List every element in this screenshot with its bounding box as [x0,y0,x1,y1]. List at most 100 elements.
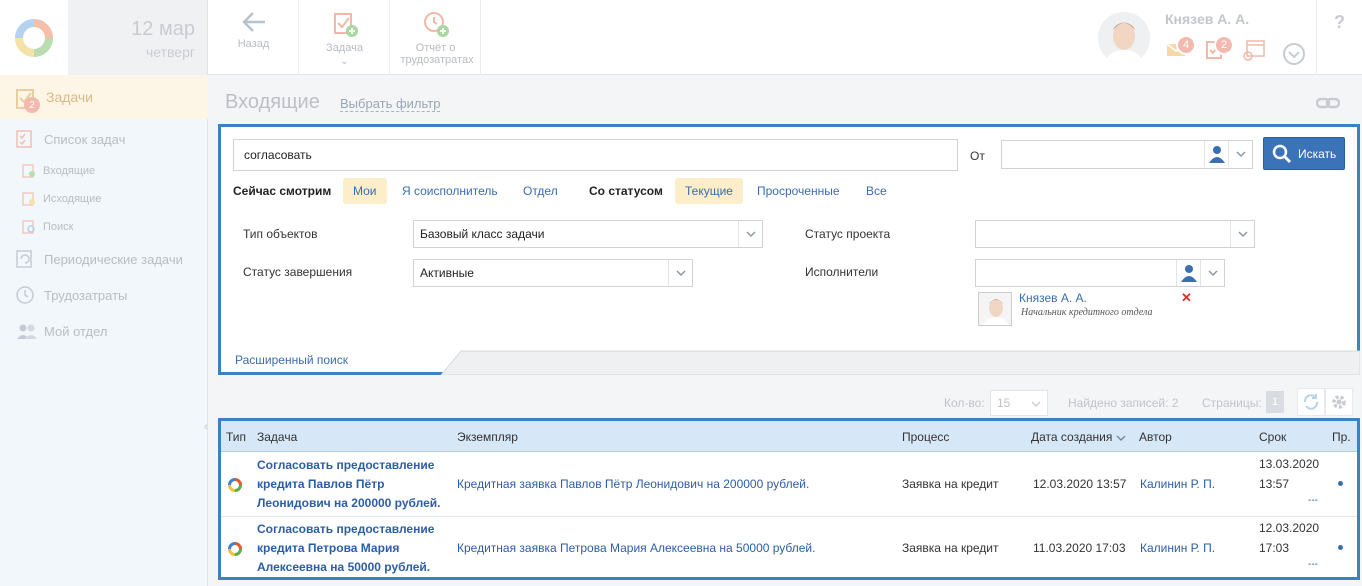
executors-field[interactable] [975,259,1225,287]
status-chip-all[interactable]: Все [856,178,897,204]
page-number[interactable]: 1 [1266,391,1284,413]
executor-name[interactable]: Князев А. А. [1019,291,1087,305]
executors-dropdown[interactable] [1200,260,1224,286]
page-title: Входящие [225,91,320,113]
inbox-task-icon [22,164,36,178]
author-link[interactable]: Калинин Р. П. [1140,477,1215,491]
results-table: Тип Задача Экземпляр Процесс Дата создан… [218,418,1360,580]
sidebar-item-task-list[interactable]: Список задач [0,121,208,157]
scope-chip-department[interactable]: Отдел [513,178,568,204]
col-instance[interactable]: Экземпляр [457,430,518,444]
collapse-sidebar-icon[interactable]: ‹ [204,421,208,433]
new-task-button[interactable]: Задача ⌄ [300,0,390,75]
instance-link[interactable]: Кредитная заявка Петрова Мария Алексеевн… [457,541,815,555]
tasks-icon: 2 [16,88,40,113]
sidebar-item-inbox[interactable]: Входящие [0,157,208,185]
user-icon [1180,265,1197,282]
back-label: Назад [237,38,270,50]
project-status-dropdown[interactable] [1230,221,1254,247]
sidebar-item-tasks[interactable]: 2 Задачи [0,75,208,119]
col-created[interactable]: Дата создания [1031,430,1126,444]
task-link[interactable]: Согласовать предоставление кредита Павло… [257,456,447,513]
report-label: Отчёт о трудозатратах [400,42,474,66]
user-menu-button[interactable] [1282,42,1306,69]
tasks-notification[interactable]: 2 [1204,35,1234,63]
user-picker-button[interactable] [1204,141,1228,167]
tasks-count-badge: 2 [24,97,40,113]
due-extra: --- [1308,495,1318,506]
process-name: Заявка на кредит [902,477,999,491]
advanced-search-link[interactable]: Расширенный поиск [235,353,348,367]
completion-status-label: Статус завершения [243,265,353,279]
status-chip-current[interactable]: Текущие [675,178,743,204]
user-icon [1208,146,1225,163]
search-task-icon [22,220,36,234]
col-due[interactable]: Срок [1259,430,1286,444]
status-chip-overdue[interactable]: Просроченные [747,178,850,204]
task-link[interactable]: Согласовать предоставление кредита Петро… [257,520,447,577]
task-title-line: кредита Павлов Пётр [257,477,385,491]
instance-link[interactable]: Кредитная заявка Павлов Пётр Леонидович … [457,477,809,491]
mail-notification[interactable]: 4 [1166,35,1196,61]
sidebar-item-my-department[interactable]: Мой отдел [0,313,208,349]
count-select[interactable]: 15 [990,390,1048,416]
sidebar-item-label: Периодические задачи [44,251,183,267]
chevron-down-icon [676,270,685,276]
object-type-value: Базовый класс задачи [420,227,545,241]
calendar-button[interactable] [1242,38,1266,65]
object-type-select[interactable]: Базовый класс задачи [413,220,763,248]
search-button[interactable]: Искать [1263,137,1345,170]
col-author[interactable]: Автор [1139,430,1172,444]
count-label: Кол-во: [944,396,985,410]
sidebar-item-outbox[interactable]: Исходящие [0,185,208,213]
status-label: Со статусом [589,184,663,198]
project-status-select[interactable] [975,220,1255,248]
from-user-field[interactable] [1001,140,1253,169]
table-row[interactable]: Согласовать предоставление кредита Павло… [221,453,1357,517]
task-title-line: Леонидович на 200000 рублей. [257,496,441,510]
refresh-button[interactable] [1297,388,1325,416]
author-link[interactable]: Калинин Р. П. [1140,541,1215,555]
user-name[interactable]: Князев А. А. [1165,11,1249,27]
completion-status-dropdown[interactable] [668,260,692,286]
select-filter-link[interactable]: Выбрать фильтр [340,97,441,112]
task-add-icon [333,13,358,37]
col-created-label: Дата создания [1031,430,1113,444]
chevron-down-icon [746,231,755,237]
periodic-icon [16,250,34,268]
remove-executor-icon[interactable]: ✕ [1181,290,1192,306]
completion-status-select[interactable]: Активные [413,259,693,287]
date-day: 12 мар [131,18,195,40]
object-type-dropdown[interactable] [738,221,762,247]
calendar-icon [1243,40,1265,61]
col-task[interactable]: Задача [257,430,297,444]
mail-badge: 4 [1176,35,1196,55]
scope-chip-coexecutor[interactable]: Я соисполнитель [392,178,508,204]
search-button-label: Искать [1298,146,1337,161]
link-icon[interactable] [1315,95,1341,114]
clock-icon [16,286,34,304]
search-input[interactable]: согласовать [233,139,958,171]
col-priority[interactable]: Пр. [1332,430,1351,444]
report-button[interactable]: Отчёт о трудозатратах [391,0,481,75]
col-process[interactable]: Процесс [902,430,949,444]
executor-picker-button[interactable] [1176,260,1200,286]
process-task-icon [227,541,243,560]
sidebar-item-periodic-tasks[interactable]: Периодические задачи [0,241,208,277]
sidebar-item-search[interactable]: Поиск [0,213,208,241]
app-logo[interactable] [0,0,68,75]
col-type[interactable]: Тип [226,430,246,444]
sidebar: 2 Задачи Список задач Входящие Исходящие… [0,75,208,586]
executors-label: Исполнители [805,265,879,279]
back-button[interactable]: Назад [209,0,299,75]
sidebar-item-time-tracking[interactable]: Трудозатраты [0,277,208,313]
from-dropdown-button[interactable] [1228,141,1252,167]
scope-chip-mine[interactable]: Мои [343,178,387,204]
help-button[interactable]: ? [1316,0,1362,75]
due-date: 12.03.2020 [1259,521,1320,535]
table-row[interactable]: Согласовать предоставление кредита Петро… [221,517,1357,581]
settings-button[interactable] [1325,388,1353,416]
logo-icon [15,18,53,57]
user-avatar[interactable] [1098,12,1150,64]
table-header: Тип Задача Экземпляр Процесс Дата создан… [221,421,1357,452]
